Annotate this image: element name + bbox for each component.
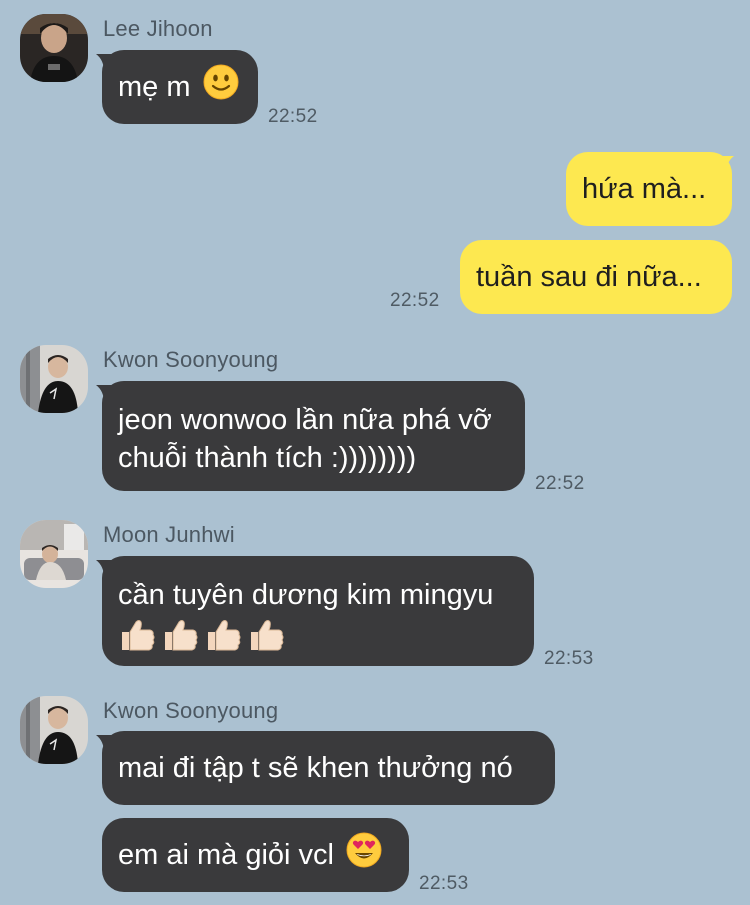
bubble-tail bbox=[718, 156, 734, 174]
message-text: tuần sau đi nữa... bbox=[476, 261, 702, 293]
avatar-lee-jihoon[interactable] bbox=[20, 14, 88, 82]
message-bubble[interactable]: em ai mà giỏi vcl bbox=[102, 818, 409, 892]
message-bubble[interactable]: mẹ m bbox=[102, 50, 258, 124]
sender-name: Lee Jihoon bbox=[103, 16, 213, 41]
message-text: mai đi tập t sẽ khen thưởng nó bbox=[118, 752, 513, 784]
message-time: 22:52 bbox=[535, 473, 585, 494]
message-text-line: chuỗi thành tích :)))))))) bbox=[118, 442, 417, 474]
message-bubble[interactable]: cần tuyên dương kim mingyu bbox=[102, 556, 534, 666]
avatar-kwon-soonyoung[interactable] bbox=[20, 345, 88, 413]
message-bubble[interactable]: hứa mà... bbox=[566, 152, 732, 226]
thumbs-up-icon bbox=[208, 620, 241, 651]
thumbs-up-icon bbox=[251, 620, 284, 651]
message-text: mẹ m bbox=[118, 71, 191, 103]
message-time: 22:52 bbox=[268, 106, 318, 127]
thumbs-up-icon bbox=[165, 620, 198, 651]
message-text-line: jeon wonwoo lần nữa phá vỡ bbox=[118, 404, 492, 436]
bubble-tail bbox=[96, 54, 112, 72]
message-time: 22:53 bbox=[544, 648, 594, 669]
message-bubble[interactable]: jeon wonwoo lần nữa phá vỡ chuỗi thành t… bbox=[102, 381, 525, 491]
message-text-line: cần tuyên dương kim mingyu bbox=[118, 579, 494, 611]
thumbs-up-emojis bbox=[118, 616, 493, 654]
avatar-moon-junhwi[interactable] bbox=[20, 520, 88, 588]
message-bubble[interactable]: mai đi tập t sẽ khen thưởng nó bbox=[102, 731, 555, 805]
chat-area[interactable]: Lee Jihoon mẹ m 22:52 hứa mà... tuần sau… bbox=[0, 0, 750, 905]
message-time: 22:52 bbox=[390, 290, 440, 311]
sender-name: Kwon Soonyoung bbox=[103, 698, 279, 723]
bubble-tail bbox=[96, 385, 112, 403]
bubble-tail bbox=[96, 560, 112, 578]
message-text: hứa mà... bbox=[582, 173, 707, 205]
thumbs-up-icon bbox=[122, 620, 155, 651]
heart-eyes-face-icon bbox=[346, 832, 382, 878]
avatar-kwon-soonyoung[interactable] bbox=[20, 696, 88, 764]
message-time: 22:53 bbox=[419, 873, 469, 894]
message-bubble[interactable]: tuần sau đi nữa... bbox=[460, 240, 732, 314]
sender-name: Moon Junhwi bbox=[103, 522, 235, 547]
message-text: em ai mà giỏi vcl bbox=[118, 839, 334, 871]
bubble-tail bbox=[96, 735, 112, 753]
slightly-smiling-face-icon bbox=[203, 64, 239, 110]
sender-name: Kwon Soonyoung bbox=[103, 347, 279, 372]
